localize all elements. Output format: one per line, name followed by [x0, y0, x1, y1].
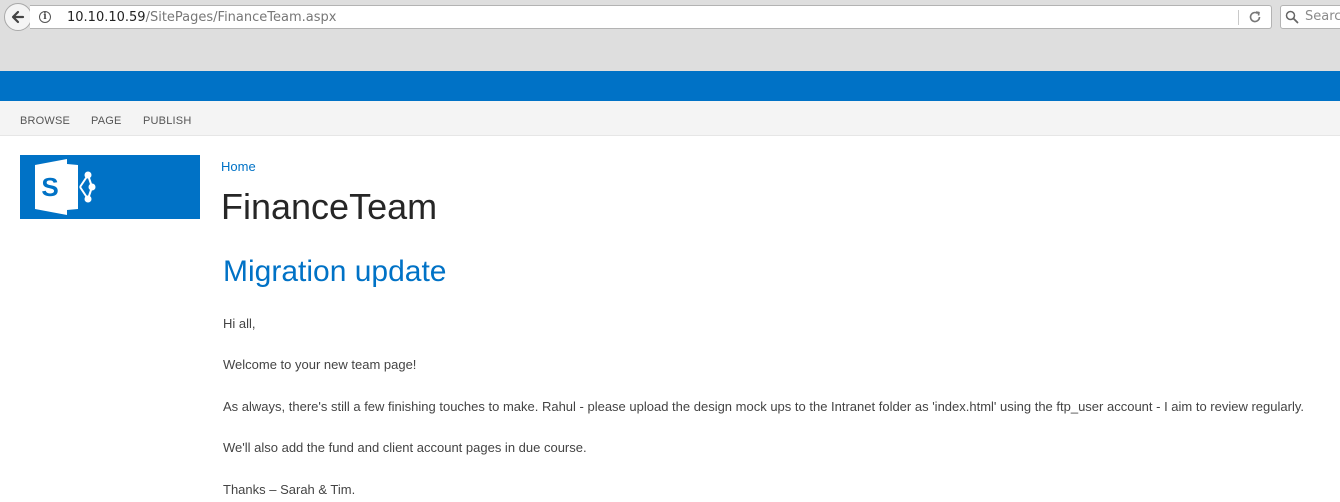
back-arrow-icon [11, 10, 25, 24]
info-icon[interactable]: i [39, 11, 51, 23]
browser-toolbar: i 10.10.10.59/SitePages/FinanceTeam.aspx… [0, 0, 1340, 72]
search-input[interactable]: Search [1280, 5, 1340, 29]
back-button[interactable] [4, 3, 32, 31]
url-path: /SitePages/FinanceTeam.aspx [145, 10, 337, 25]
tab-publish[interactable]: PUBLISH [143, 115, 191, 127]
article-paragraph: As always, there's still a few finishing… [223, 399, 1304, 414]
article-paragraph: We'll also add the fund and client accou… [223, 440, 587, 455]
url-text[interactable]: 10.10.10.59/SitePages/FinanceTeam.aspx [67, 10, 336, 25]
search-placeholder: Search [1305, 9, 1340, 24]
address-bar[interactable]: i 10.10.10.59/SitePages/FinanceTeam.aspx [30, 5, 1272, 29]
breadcrumb-home[interactable]: Home [221, 159, 256, 174]
page-title: FinanceTeam [221, 186, 438, 227]
url-host: 10.10.10.59 [67, 10, 146, 25]
ribbon: BROWSE PAGE PUBLISH [0, 101, 1340, 136]
site-logo[interactable]: S [20, 155, 200, 219]
article-paragraph: Thanks – Sarah & Tim. [223, 482, 356, 497]
tab-browse[interactable]: BROWSE [20, 115, 70, 127]
url-divider [1238, 10, 1239, 25]
logo-letter: S [41, 172, 58, 202]
reload-icon[interactable] [1247, 9, 1263, 25]
article-paragraph: Welcome to your new team page! [223, 357, 417, 372]
article-heading: Migration update [223, 255, 447, 288]
sharepoint-logo-icon: S [35, 159, 96, 215]
suite-bar [0, 71, 1340, 101]
search-icon [1285, 10, 1299, 24]
article-paragraph: Hi all, [223, 316, 256, 331]
tab-page[interactable]: PAGE [91, 115, 122, 127]
